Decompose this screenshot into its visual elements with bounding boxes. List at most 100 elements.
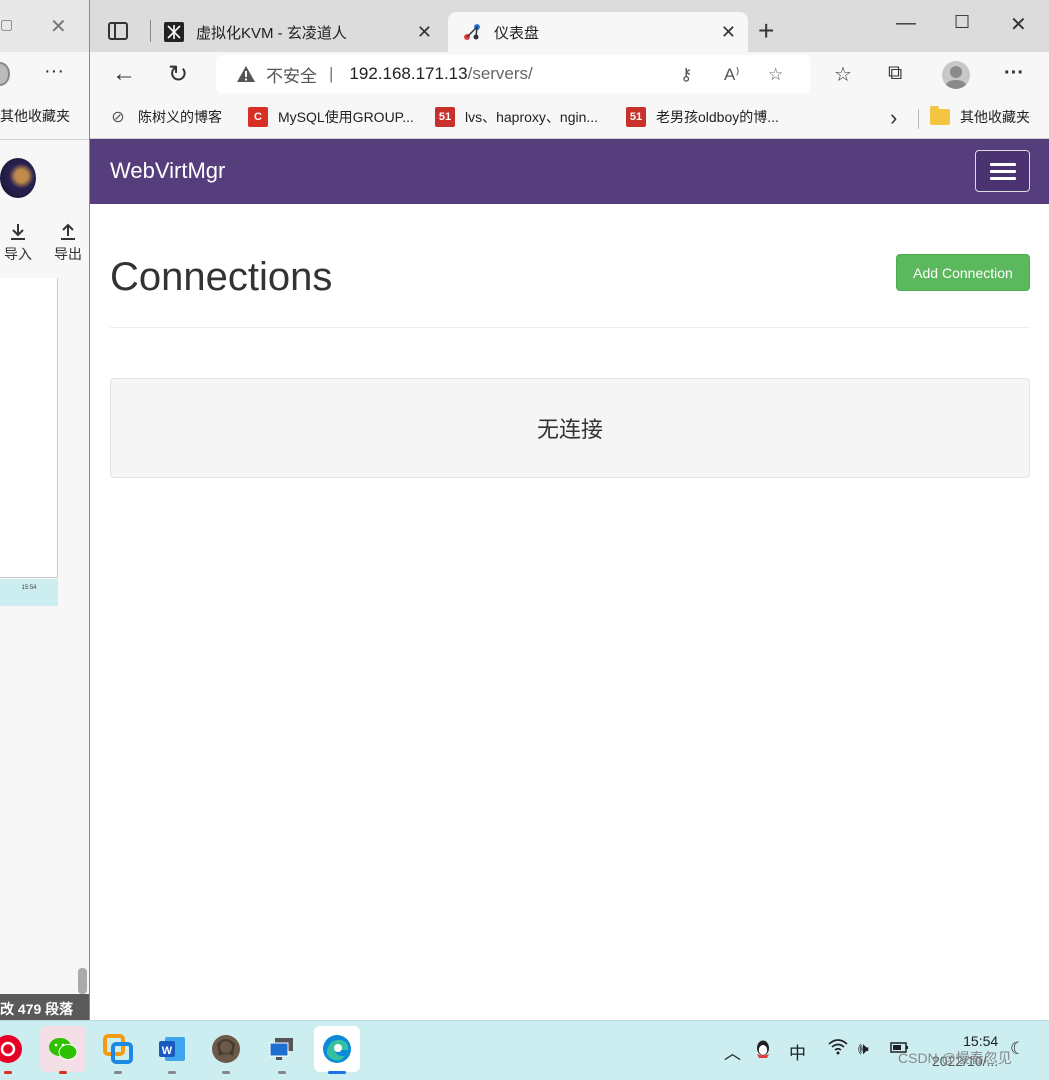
app-navbar: WebVirtMgr xyxy=(90,139,1049,204)
bookmark-item[interactable]: 51 lvs、haproxy、ngin... xyxy=(435,107,598,127)
empty-state: 无连接 xyxy=(110,378,1030,478)
maximize-icon[interactable]: ☐ xyxy=(954,12,970,33)
web-page: WebVirtMgr Connections Add Connection 无连… xyxy=(90,139,1049,1020)
menu-toggle-button[interactable] xyxy=(975,150,1030,192)
add-favorite-icon[interactable]: ☆ xyxy=(768,65,783,85)
empty-message: 无连接 xyxy=(536,417,603,442)
bookmark-label: MySQL使用GROUP... xyxy=(278,109,414,125)
new-tab-icon[interactable]: + xyxy=(758,15,774,47)
close-window-icon[interactable]: ✕ xyxy=(1010,12,1027,37)
bookmark-item[interactable]: 51 老男孩oldboy的博... xyxy=(626,107,779,127)
running-indicator xyxy=(114,1071,122,1074)
upload-icon xyxy=(61,223,75,240)
qq-icon[interactable] xyxy=(754,1039,772,1064)
avatar-app-icon[interactable] xyxy=(208,1031,244,1074)
url-host: 192.168.171.13 xyxy=(349,64,468,83)
status-suffix: 段落 xyxy=(45,1001,74,1017)
status-prefix: 改 xyxy=(0,1001,14,1017)
taskbar: W ︿ 中 🕪 15:54 2022/10/... ☾ xyxy=(0,1020,1049,1080)
avatar[interactable] xyxy=(0,158,36,198)
favorites-bar: ⊘ 陈树义的博客 C MySQL使用GROUP... 51 lvs、haprox… xyxy=(90,97,1049,139)
watermark: CSDN @慢春忽见 xyxy=(898,1050,1012,1066)
tab-dashboard[interactable]: 仪表盘 ✕ xyxy=(448,12,748,52)
wechat-icon[interactable] xyxy=(40,1026,86,1074)
thumbnail[interactable]: 15:54 xyxy=(0,579,58,606)
scrollbar[interactable] xyxy=(78,968,87,994)
download-icon xyxy=(11,224,25,240)
background-window: ▢ ✕ ··· 其他收藏夹 导入 导出 15:54 改 479 段落 xyxy=(0,0,89,1020)
tab-title: 虚拟化KVM - 玄凌道人 xyxy=(196,24,347,42)
hamburger-icon xyxy=(990,163,1016,166)
51cto-icon: 51 xyxy=(626,107,646,127)
other-favorites-folder[interactable]: 其他收藏夹 xyxy=(930,106,1030,127)
word-icon[interactable]: W xyxy=(154,1031,190,1074)
warning-icon[interactable] xyxy=(236,65,256,83)
key-icon[interactable]: ⚷ xyxy=(680,65,692,85)
more-icon[interactable]: ··· xyxy=(44,60,64,83)
favorites-divider xyxy=(918,109,919,129)
profile-avatar-icon[interactable] xyxy=(942,61,970,89)
webvirtmgr-favicon-icon xyxy=(462,22,482,42)
chevron-right-icon[interactable]: › xyxy=(890,105,897,131)
site-favicon-icon xyxy=(164,22,184,42)
profile-icon[interactable] xyxy=(0,62,10,86)
import-label: 导入 xyxy=(4,246,32,262)
tab-kvm-article[interactable]: 虚拟化KVM - 玄凌道人 ✕ xyxy=(156,12,444,52)
more-menu-icon[interactable]: ··· xyxy=(1004,62,1024,85)
browser-window: 虚拟化KVM - 玄凌道人 ✕ 仪表盘 ✕ + — ☐ ✕ ← ↻ 不安全 | … xyxy=(89,0,1049,1020)
tab-strip: 虚拟化KVM - 玄凌道人 ✕ 仪表盘 ✕ + — ☐ ✕ xyxy=(90,0,1049,52)
volume-icon[interactable]: 🕪 xyxy=(858,1039,869,1059)
bookmark-label: 老男孩oldboy的博... xyxy=(656,109,779,125)
close-tab-icon[interactable]: ✕ xyxy=(721,22,736,43)
other-favorites-label[interactable]: 其他收藏夹 xyxy=(0,106,70,126)
refresh-icon[interactable]: ↻ xyxy=(168,60,188,89)
add-connection-button[interactable]: Add Connection xyxy=(896,254,1030,291)
close-tab-icon[interactable]: ✕ xyxy=(417,22,432,43)
address-separator: | xyxy=(329,64,334,83)
security-label[interactable]: 不安全 xyxy=(266,62,317,87)
read-aloud-icon[interactable]: A⁾ xyxy=(724,65,740,85)
running-indicator xyxy=(278,1071,286,1074)
paragraph-count: 479 xyxy=(17,1001,42,1017)
netease-music-icon[interactable] xyxy=(0,1031,26,1074)
address-bar[interactable]: 不安全 | 192.168.171.13/servers/ ⚷ A⁾ ☆ xyxy=(216,55,810,93)
bookmark-label: lvs、haproxy、ngin... xyxy=(465,109,599,125)
remote-desktop-icon[interactable] xyxy=(264,1031,300,1074)
divider xyxy=(0,139,89,140)
export-button[interactable]: 导出 xyxy=(50,222,86,264)
close-icon[interactable]: ✕ xyxy=(50,14,67,39)
moon-icon[interactable]: ☾ xyxy=(1010,1039,1025,1059)
document-panel xyxy=(0,278,58,578)
bookmark-item[interactable]: C MySQL使用GROUP... xyxy=(248,107,414,127)
edge-icon[interactable] xyxy=(314,1026,360,1074)
bookmark-label: 陈树义的博客 xyxy=(138,109,222,125)
running-indicator xyxy=(328,1071,346,1074)
running-indicator xyxy=(59,1071,67,1074)
hamburger-line xyxy=(990,170,1016,173)
tab-actions-icon[interactable] xyxy=(108,22,128,40)
ime-indicator[interactable]: 中 xyxy=(789,1039,806,1064)
running-indicator xyxy=(168,1071,176,1074)
hamburger-line xyxy=(990,177,1016,180)
collections-icon[interactable]: ⧉ xyxy=(888,62,902,85)
navigation-toolbar: ← ↻ 不安全 | 192.168.171.13/servers/ ⚷ A⁾ ☆… xyxy=(90,52,1049,97)
import-button[interactable]: 导入 xyxy=(0,222,36,264)
back-icon[interactable]: ← xyxy=(112,60,136,88)
page-title: Connections xyxy=(110,255,333,299)
chevron-up-icon[interactable]: ︿ xyxy=(724,1039,741,1064)
wifi-icon[interactable] xyxy=(828,1039,848,1060)
favorites-icon[interactable]: ☆ xyxy=(834,62,852,87)
restore-icon[interactable]: ▢ xyxy=(0,16,13,33)
globe-icon: ⊘ xyxy=(111,109,125,126)
running-indicator xyxy=(4,1071,12,1074)
bookmark-item[interactable]: ⊘ 陈树义的博客 xyxy=(108,107,222,127)
export-label: 导出 xyxy=(54,246,82,262)
app-icon[interactable] xyxy=(100,1031,136,1074)
running-indicator xyxy=(222,1071,230,1074)
brand-link[interactable]: WebVirtMgr xyxy=(110,158,225,184)
url-path: /servers/ xyxy=(467,64,533,83)
folder-icon xyxy=(930,106,950,125)
tab-title: 仪表盘 xyxy=(494,24,540,42)
tab-divider xyxy=(150,20,151,42)
minimize-icon[interactable]: — xyxy=(896,12,916,35)
